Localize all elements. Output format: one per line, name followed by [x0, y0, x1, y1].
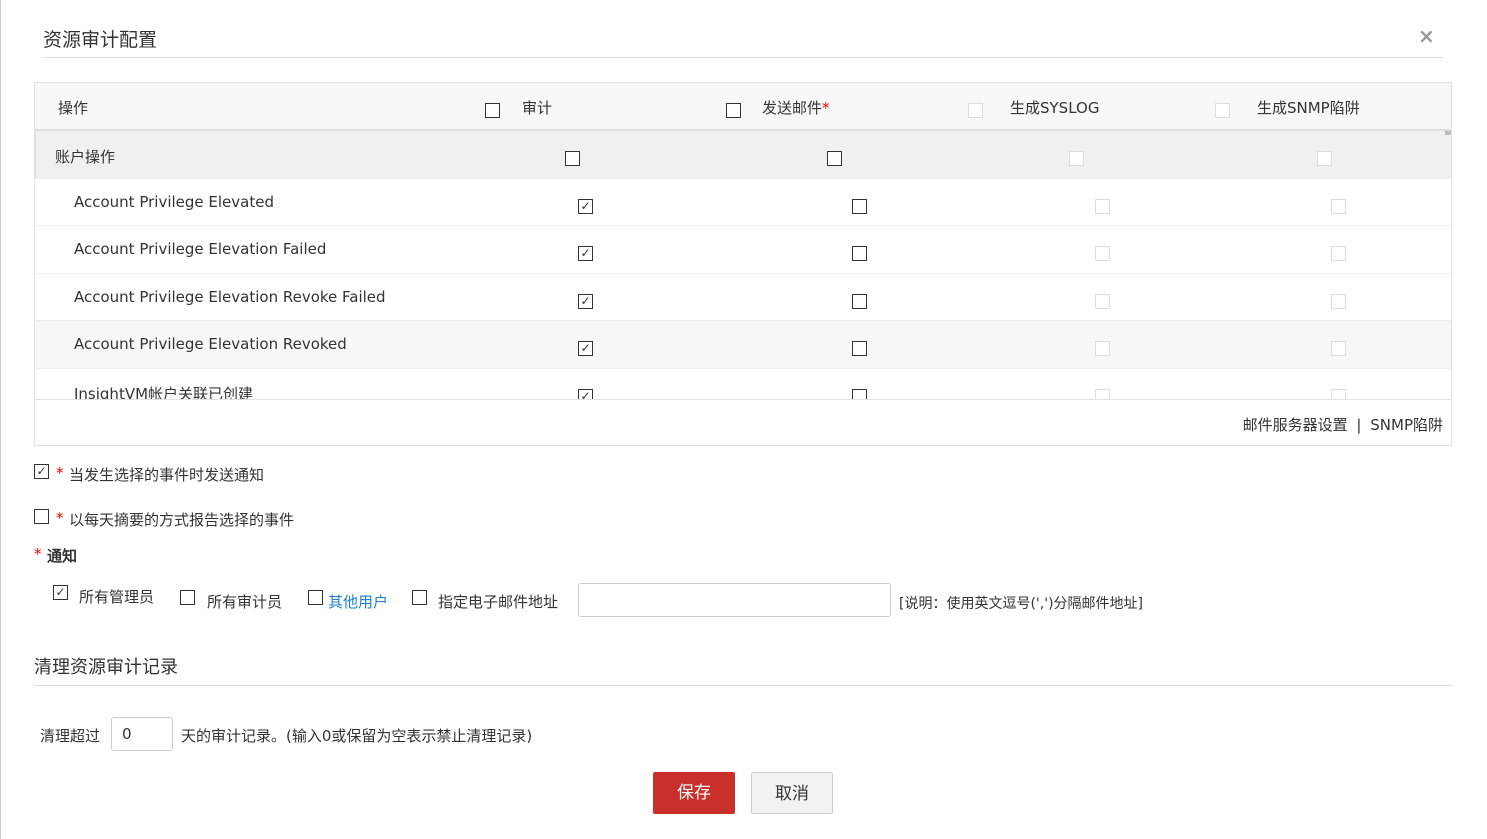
save-button[interactable]: 保存: [653, 772, 735, 814]
row-label: Account Privilege Elevated: [74, 192, 274, 211]
close-icon[interactable]: ×: [1418, 24, 1435, 48]
table-row: Account Privilege Elevation Revoke Faile…: [35, 274, 1451, 321]
notify-label: 通知: [47, 547, 78, 565]
cleanup-suffix: 天的审计记录。(输入0或保留为空表示禁止清理记录): [181, 727, 533, 745]
all-admins-label: 所有管理员: [79, 588, 155, 606]
required-mark: *: [56, 509, 64, 527]
all-auditors-checkbox[interactable]: [180, 590, 195, 605]
header-snmp: 生成SNMP陷阱: [1257, 99, 1360, 117]
header-snmp-checkbox: [1215, 103, 1230, 118]
group-snmp-checkbox: [1317, 151, 1332, 166]
snmp-trap-link[interactable]: SNMP陷阱: [1370, 416, 1443, 434]
row-email-checkbox[interactable]: [852, 198, 867, 214]
row-syslog-checkbox: [1095, 388, 1110, 399]
row-syslog-checkbox: [1095, 293, 1110, 309]
table-row: Account Privilege Elevation Failed ✓: [35, 226, 1451, 274]
row-syslog-checkbox: [1095, 246, 1110, 261]
row-label: InsightVM帐户关联已创建: [74, 384, 254, 400]
row-snmp-checkbox: [1331, 246, 1346, 261]
row-email-checkbox[interactable]: [852, 388, 867, 399]
header-syslog-checkbox: [968, 103, 983, 118]
table-row: InsightVM帐户关联已创建 ✓: [35, 369, 1451, 400]
other-users-link[interactable]: 其他用户: [328, 591, 388, 612]
table-footer: 邮件服务器设置 | SNMP陷阱: [35, 399, 1451, 446]
cleanup-days-input[interactable]: [111, 717, 173, 751]
daily-digest-label: 以每天摘要的方式报告选择的事件: [69, 511, 295, 529]
separator: |: [1356, 416, 1362, 434]
cleanup-prefix: 清理超过: [40, 727, 101, 745]
row-email-checkbox[interactable]: [852, 341, 867, 356]
table-body[interactable]: 账户操作 Account Privilege Elevated ✓ Accoun…: [35, 131, 1451, 399]
dialog-title: 资源审计配置: [43, 29, 158, 51]
group-email-checkbox[interactable]: [827, 151, 842, 166]
row-snmp-checkbox: [1331, 388, 1346, 399]
all-admins-checkbox[interactable]: ✓: [53, 585, 68, 600]
required-mark: *: [822, 99, 830, 117]
notify-on-event-checkbox[interactable]: ✓: [34, 464, 49, 479]
cancel-button[interactable]: 取消: [751, 772, 833, 814]
header-operation: 操作: [58, 99, 89, 117]
table-row: Account Privilege Elevated ✓: [35, 179, 1451, 226]
row-label: Account Privilege Elevation Revoked: [74, 335, 347, 353]
row-label: Account Privilege Elevation Revoke Faile…: [74, 287, 386, 306]
notify-on-event-label: 当发生选择的事件时发送通知: [69, 466, 265, 484]
row-snmp-checkbox: [1331, 341, 1346, 356]
footer-links: 邮件服务器设置 | SNMP陷阱: [1243, 414, 1443, 435]
row-syslog-checkbox: [1095, 198, 1110, 214]
all-auditors-label: 所有审计员: [207, 593, 283, 611]
daily-digest-checkbox[interactable]: [34, 509, 49, 524]
row-audit-checkbox[interactable]: ✓: [578, 341, 593, 356]
scrollbar[interactable]: [1445, 131, 1451, 135]
table-row: Account Privilege Elevation Revoked ✓: [35, 321, 1451, 369]
row-audit-checkbox[interactable]: ✓: [578, 388, 593, 399]
divider: [43, 57, 1443, 58]
header-email-label: 发送邮件: [762, 99, 823, 117]
header-audit: 审计: [522, 99, 553, 117]
group-row: 账户操作: [35, 131, 1451, 179]
specific-email-checkbox[interactable]: [412, 590, 427, 605]
row-audit-checkbox[interactable]: ✓: [578, 198, 593, 214]
group-syslog-checkbox: [1069, 151, 1084, 166]
email-hint: [说明：使用英文逗号(',')分隔邮件地址]: [899, 596, 1143, 612]
audit-table: 操作 审计 发送邮件* 生成SYSLOG 生成SNMP陷阱 账户操作 Accou…: [34, 82, 1452, 446]
header-syslog: 生成SYSLOG: [1010, 99, 1100, 117]
header-email-checkbox[interactable]: [726, 103, 741, 118]
row-snmp-checkbox: [1331, 198, 1346, 214]
row-email-checkbox[interactable]: [852, 246, 867, 261]
divider: [34, 685, 1452, 686]
group-label: 账户操作: [55, 148, 116, 166]
header-audit-checkbox[interactable]: [485, 103, 500, 118]
row-snmp-checkbox: [1331, 293, 1346, 309]
group-audit-checkbox[interactable]: [565, 151, 580, 166]
other-users-checkbox[interactable]: [308, 590, 323, 605]
row-email-checkbox[interactable]: [852, 293, 867, 309]
table-header: 操作 审计 发送邮件* 生成SYSLOG 生成SNMP陷阱: [35, 83, 1451, 131]
required-mark: *: [34, 545, 42, 563]
header-email: 发送邮件*: [762, 97, 830, 118]
email-address-input[interactable]: [578, 583, 891, 617]
row-audit-checkbox[interactable]: ✓: [578, 293, 593, 309]
row-label: Account Privilege Elevation Failed: [74, 240, 327, 258]
mail-server-settings-link[interactable]: 邮件服务器设置: [1243, 416, 1348, 434]
required-mark: *: [56, 464, 64, 482]
row-audit-checkbox[interactable]: ✓: [578, 246, 593, 261]
specific-email-label: 指定电子邮件地址: [438, 593, 559, 611]
cleanup-section-title: 清理资源审计记录: [34, 657, 178, 678]
row-syslog-checkbox: [1095, 341, 1110, 356]
